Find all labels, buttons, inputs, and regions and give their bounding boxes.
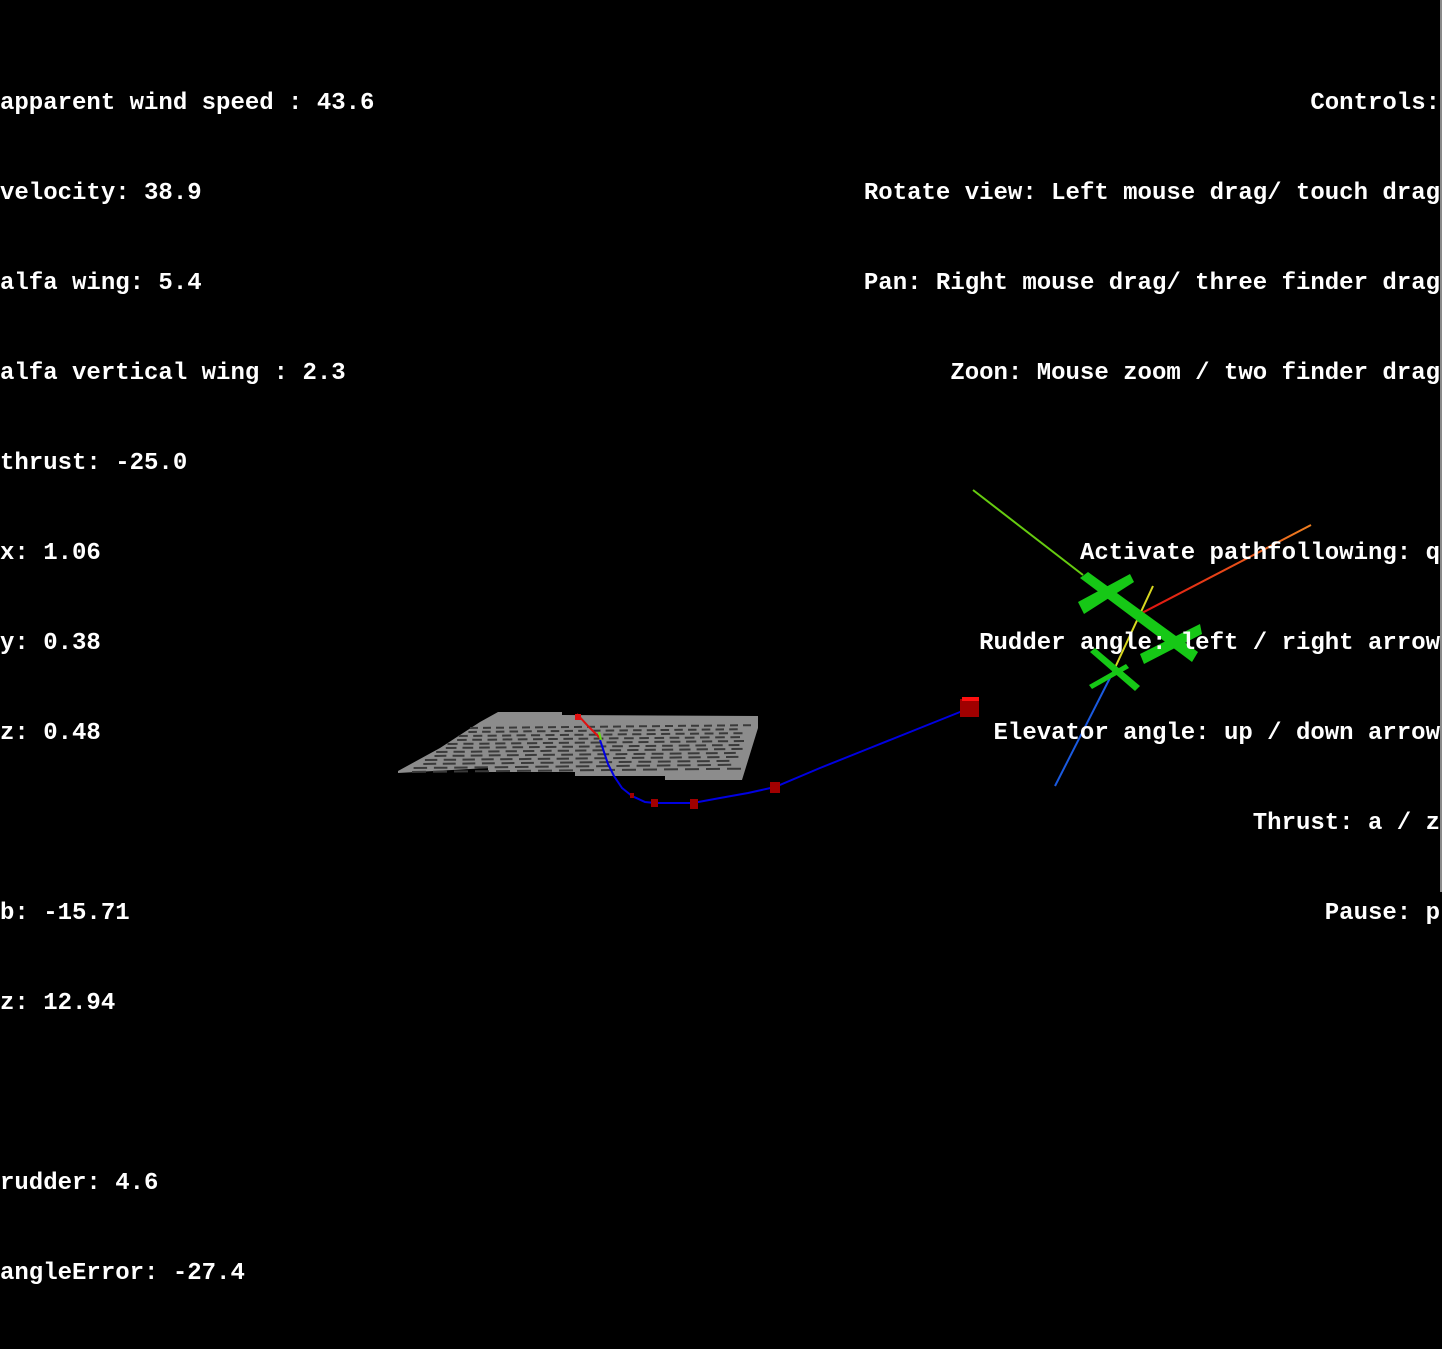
control-elevator: Elevator angle: up / down arrow bbox=[864, 719, 1440, 749]
waypoint-marker[interactable] bbox=[690, 799, 698, 809]
alfa-vertical-wing-readout: alfa vertical wing : 2.3 bbox=[0, 359, 374, 389]
position-y-readout: y: 0.38 bbox=[0, 629, 374, 659]
control-thrust: Thrust: a / z bbox=[864, 809, 1440, 839]
telemetry-panel: apparent wind speed : 43.6 velocity: 38.… bbox=[0, 29, 374, 1349]
waypoint-marker[interactable] bbox=[651, 799, 658, 807]
control-pan: Pan: Right mouse drag/ three finder drag bbox=[864, 269, 1440, 299]
waypoint-marker[interactable] bbox=[770, 782, 780, 793]
control-pathfollowing: Activate pathfollowing: q bbox=[864, 539, 1440, 569]
spacer bbox=[864, 449, 1440, 479]
spacer bbox=[0, 809, 374, 839]
control-rudder: Rudder angle: left / right arrow bbox=[864, 629, 1440, 659]
angle-error-readout: angleError: -27.4 bbox=[0, 1259, 374, 1289]
waypoint-marker[interactable] bbox=[630, 793, 634, 798]
control-rotate-view: Rotate view: Left mouse drag/ touch drag bbox=[864, 179, 1440, 209]
alfa-wing-readout: alfa wing: 5.4 bbox=[0, 269, 374, 299]
velocity-readout: velocity: 38.9 bbox=[0, 179, 374, 209]
simulation-viewport[interactable]: apparent wind speed : 43.6 velocity: 38.… bbox=[0, 0, 1442, 892]
b-readout: b: -15.71 bbox=[0, 899, 374, 929]
controls-help-panel: Controls: Rotate view: Left mouse drag/ … bbox=[864, 29, 1440, 989]
controls-title: Controls: bbox=[864, 89, 1440, 119]
control-zoom: Zoon: Mouse zoom / two finder drag bbox=[864, 359, 1440, 389]
rudder-readout: rudder: 4.6 bbox=[0, 1169, 374, 1199]
waypoint-marker[interactable] bbox=[575, 714, 581, 720]
ground-plate bbox=[398, 712, 758, 780]
position-z-readout: z: 0.48 bbox=[0, 719, 374, 749]
control-pause: Pause: p bbox=[864, 899, 1440, 929]
z-secondary-readout: z: 12.94 bbox=[0, 989, 374, 1019]
position-x-readout: x: 1.06 bbox=[0, 539, 374, 569]
apparent-wind-speed-readout: apparent wind speed : 43.6 bbox=[0, 89, 374, 119]
spacer bbox=[0, 1079, 374, 1109]
thrust-readout: thrust: -25.0 bbox=[0, 449, 374, 479]
